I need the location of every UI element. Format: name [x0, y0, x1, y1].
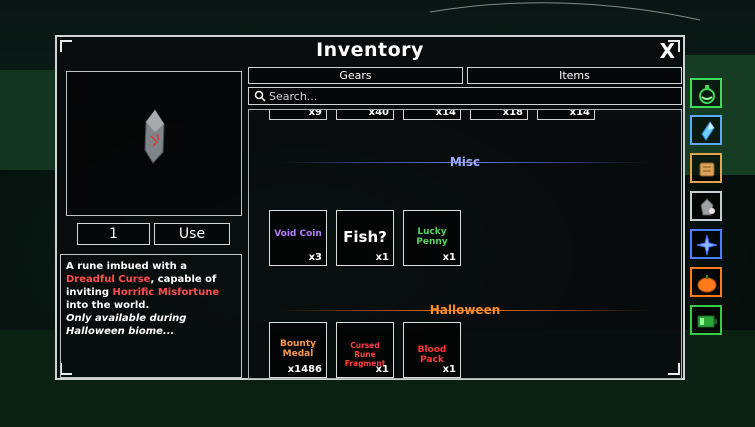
item-slot[interactable]: x18	[470, 110, 528, 120]
item-preview	[66, 71, 242, 216]
search-icon	[254, 90, 266, 102]
item-bounty-medal[interactable]: Bounty Medal x1486	[269, 322, 327, 378]
pumpkin-icon	[697, 275, 717, 293]
scroll-icon	[699, 162, 715, 177]
search-bar[interactable]	[248, 87, 682, 105]
item-description: A rune imbued with a Dreadful Curse, cap…	[60, 254, 242, 378]
rune-stone-icon	[144, 109, 165, 164]
category-runes-button[interactable]	[690, 191, 722, 221]
crystal-icon	[701, 121, 715, 141]
tab-gears[interactable]: Gears	[248, 67, 463, 84]
item-slot[interactable]: x40	[336, 110, 394, 120]
inventory-window: Inventory X 1 Use A rune imbued with a D…	[55, 35, 685, 380]
category-stars-button[interactable]	[690, 229, 722, 259]
category-halloween-button[interactable]	[690, 267, 722, 297]
availability-note: Only available during Halloween biome...	[66, 313, 187, 337]
close-button[interactable]: X	[660, 39, 675, 63]
battery-icon	[697, 315, 717, 328]
item-lucky-penny[interactable]: Lucky Penny x1	[403, 210, 461, 266]
rune-stone-icon	[700, 198, 715, 216]
section-title-halloween: Halloween	[429, 303, 501, 317]
section-title-misc: Misc	[449, 155, 481, 169]
item-slot[interactable]: x14	[537, 110, 595, 120]
item-fish[interactable]: Fish? x1	[336, 210, 394, 266]
item-slot[interactable]: x9	[269, 110, 327, 120]
category-potions-button[interactable]	[690, 78, 722, 108]
item-slot[interactable]: x14	[403, 110, 461, 120]
quantity-field[interactable]: 1	[77, 223, 150, 245]
tab-items[interactable]: Items	[467, 67, 682, 84]
item-void-coin[interactable]: Void Coin x3	[269, 210, 327, 266]
search-input[interactable]	[269, 88, 669, 104]
window-title: Inventory	[316, 39, 424, 61]
star-icon	[696, 234, 718, 256]
item-cursed-rune-fragment[interactable]: Cursed Rune Fragment x1	[336, 322, 394, 378]
category-crystals-button[interactable]	[690, 115, 722, 145]
category-scrolls-button[interactable]	[690, 153, 722, 183]
item-blood-pack[interactable]: Blood Pack x1	[403, 322, 461, 378]
item-grid[interactable]: x9 x40 x14 x18 x14 Misc Void Coin x3 Fis…	[248, 109, 682, 379]
use-button[interactable]: Use	[154, 223, 230, 245]
potion-icon	[699, 85, 715, 104]
category-energy-button[interactable]	[690, 305, 722, 335]
